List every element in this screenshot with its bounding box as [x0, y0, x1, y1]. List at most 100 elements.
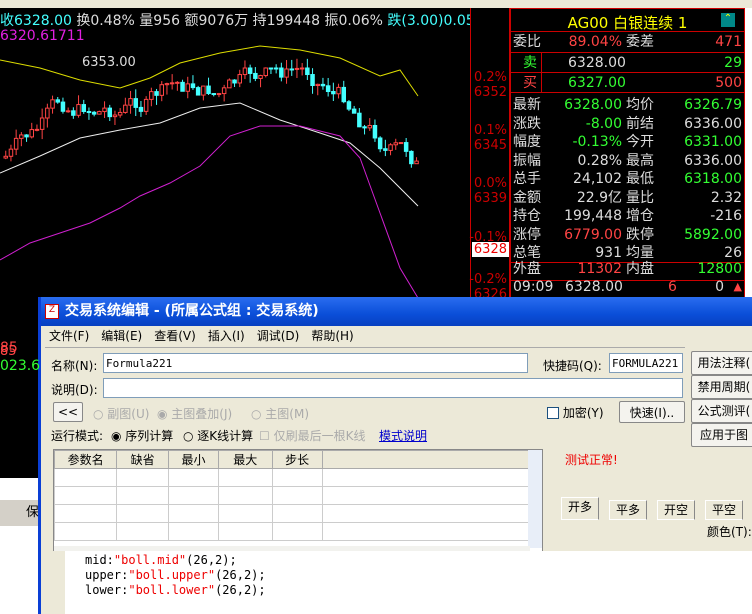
candle [154, 91, 159, 96]
tab-0[interactable]: 开多 [561, 497, 600, 520]
expand-icon[interactable]: ⌃ [721, 13, 735, 27]
candle [138, 106, 144, 112]
candle [50, 99, 55, 109]
candle [29, 129, 34, 138]
stat-label: 今开 [626, 134, 654, 150]
code-line: mid:"boll.mid"(26,2); [85, 553, 237, 567]
candle [325, 85, 331, 93]
radio-subchart[interactable]: ○ 副图(U) [93, 405, 149, 422]
axis-pct: -0.2% [469, 272, 507, 287]
column-header[interactable]: 步长 [271, 450, 323, 469]
apply-to-chart-button[interactable]: 应用于图 [691, 423, 752, 447]
desc-input[interactable] [103, 378, 683, 398]
axis-price: 6339 [473, 191, 507, 206]
stat-value: 6326.79 [684, 97, 742, 113]
candle [227, 79, 232, 89]
outer-label: 外盘 [513, 261, 541, 277]
sell-qty: 29 [724, 55, 742, 71]
boll-lower [0, 125, 419, 298]
stat-label: 总手 [513, 171, 541, 187]
radio-per-bar[interactable]: ○ 逐K线计算 [183, 427, 253, 444]
column-header[interactable] [321, 450, 531, 469]
candle [65, 110, 71, 113]
mode-help-link[interactable]: 模式说明 [379, 427, 427, 444]
param-table[interactable]: 参数名 缺省 最小 最大 步长 [53, 449, 543, 561]
table-row[interactable] [54, 468, 531, 487]
code-editor[interactable]: mid:"boll.mid"(26,2); upper:"boll.upper"(… [53, 551, 752, 614]
desc-label: 说明(D): [51, 383, 98, 397]
candle [19, 134, 24, 139]
formula-eval-button[interactable]: 公式测评( [691, 399, 752, 423]
scroll-up-icon[interactable]: ▲ [734, 277, 742, 297]
tab-1[interactable]: 平多 [609, 500, 648, 520]
radio-main-overlay[interactable]: ◉ 主图叠加(J) [157, 405, 232, 422]
candle [97, 111, 102, 115]
candle [232, 79, 237, 84]
tab-3[interactable]: 平空 [705, 500, 744, 520]
usage-notes-button[interactable]: 用法注释( [691, 351, 752, 375]
table-row[interactable] [54, 522, 531, 541]
axis-pct: 0.1% [473, 123, 507, 138]
name-input[interactable] [103, 353, 528, 373]
candle [409, 150, 414, 165]
candle [221, 87, 227, 95]
candle [305, 67, 310, 76]
column-header[interactable]: 最大 [217, 450, 273, 469]
inner-label: 内盘 [626, 261, 654, 277]
stat-value: 22.9亿 [576, 189, 622, 206]
candle [24, 134, 29, 138]
tick-price: 6328.00 [565, 279, 623, 295]
table-row[interactable] [54, 504, 531, 523]
disable-period-button[interactable]: 禁用周期( [691, 375, 752, 399]
price-axis: 0.2%63520.1%63450.0%6339-0.1%6333-0.2%63… [469, 8, 510, 302]
candle [8, 148, 14, 157]
amplitude-value: 振0.06% [324, 13, 383, 29]
candle [169, 82, 175, 85]
column-header[interactable]: 缺省 [116, 450, 170, 469]
menu-item[interactable]: 调试(D) [257, 329, 300, 343]
candle [81, 104, 86, 113]
stat-label: 幅度 [513, 134, 541, 150]
sell-label: 卖 [523, 55, 537, 71]
weicha-value: 471 [715, 34, 742, 50]
stat-value: 6331.00 [684, 134, 742, 150]
candle [123, 104, 128, 113]
tick-row: 09:09 6328.00 6 0 ▲ [513, 277, 742, 297]
stat-value: 6336.00 [684, 115, 742, 132]
candle [76, 104, 81, 116]
edge-strip [745, 8, 752, 298]
table-row[interactable] [54, 486, 531, 505]
dialog-title: 交易系统编辑 - (所属公式组 : 交易系统) [41, 297, 752, 326]
quote-info-line: 收6328.00 换0.48% 量956 额9076万 持199448 振0.0… [0, 10, 488, 30]
encrypt-checkbox[interactable]: 加密(Y) [547, 404, 604, 421]
radio-sequence[interactable]: ◉ 序列计算 [111, 427, 173, 444]
shortcut-input[interactable] [609, 353, 683, 373]
candle [279, 67, 284, 78]
menu-item[interactable]: 插入(I) [208, 329, 245, 343]
menu-item[interactable]: 编辑(E) [101, 329, 142, 343]
stat-label: 均价 [626, 97, 654, 113]
tab-2[interactable]: 开空 [657, 500, 696, 520]
menu-item[interactable]: 文件(F) [49, 329, 89, 343]
quick-button[interactable]: 快速(I).. [619, 401, 685, 423]
axis-tick: 0.0% 6339 [474, 176, 507, 206]
last-bar-checkbox[interactable]: ☐ 仅刷最后一根K线 [259, 427, 365, 444]
kline-chart[interactable]: 收6328.00 换0.48% 量956 额9076万 持199448 振0.0… [0, 8, 488, 359]
candle [185, 83, 190, 92]
column-header[interactable]: 最小 [168, 450, 219, 469]
axis-tick: 0.2% 6352 [474, 70, 507, 100]
buy-label: 买 [523, 75, 537, 91]
menu-item[interactable]: 查看(V) [154, 329, 196, 343]
candle [351, 108, 357, 114]
column-header[interactable]: 参数名 [54, 450, 118, 469]
candle [253, 72, 258, 79]
quote-panel: AG00 白银连续 1 ⌃ 委比 89.04% 委差 471 卖 6328.00 29 买… [510, 8, 745, 298]
menu-item[interactable]: 帮助(H) [311, 329, 353, 343]
sell-row: 卖 6328.00 29 [513, 53, 742, 73]
stat-row: 幅度 -0.13% 今开 6331.00 [513, 132, 742, 152]
collapse-button[interactable]: << [53, 402, 83, 422]
vertical-scrollbar[interactable] [528, 450, 542, 548]
bottom-left-table: 保 [0, 478, 40, 614]
candle [60, 101, 66, 112]
radio-main[interactable]: ○ 主图(M) [251, 405, 309, 422]
